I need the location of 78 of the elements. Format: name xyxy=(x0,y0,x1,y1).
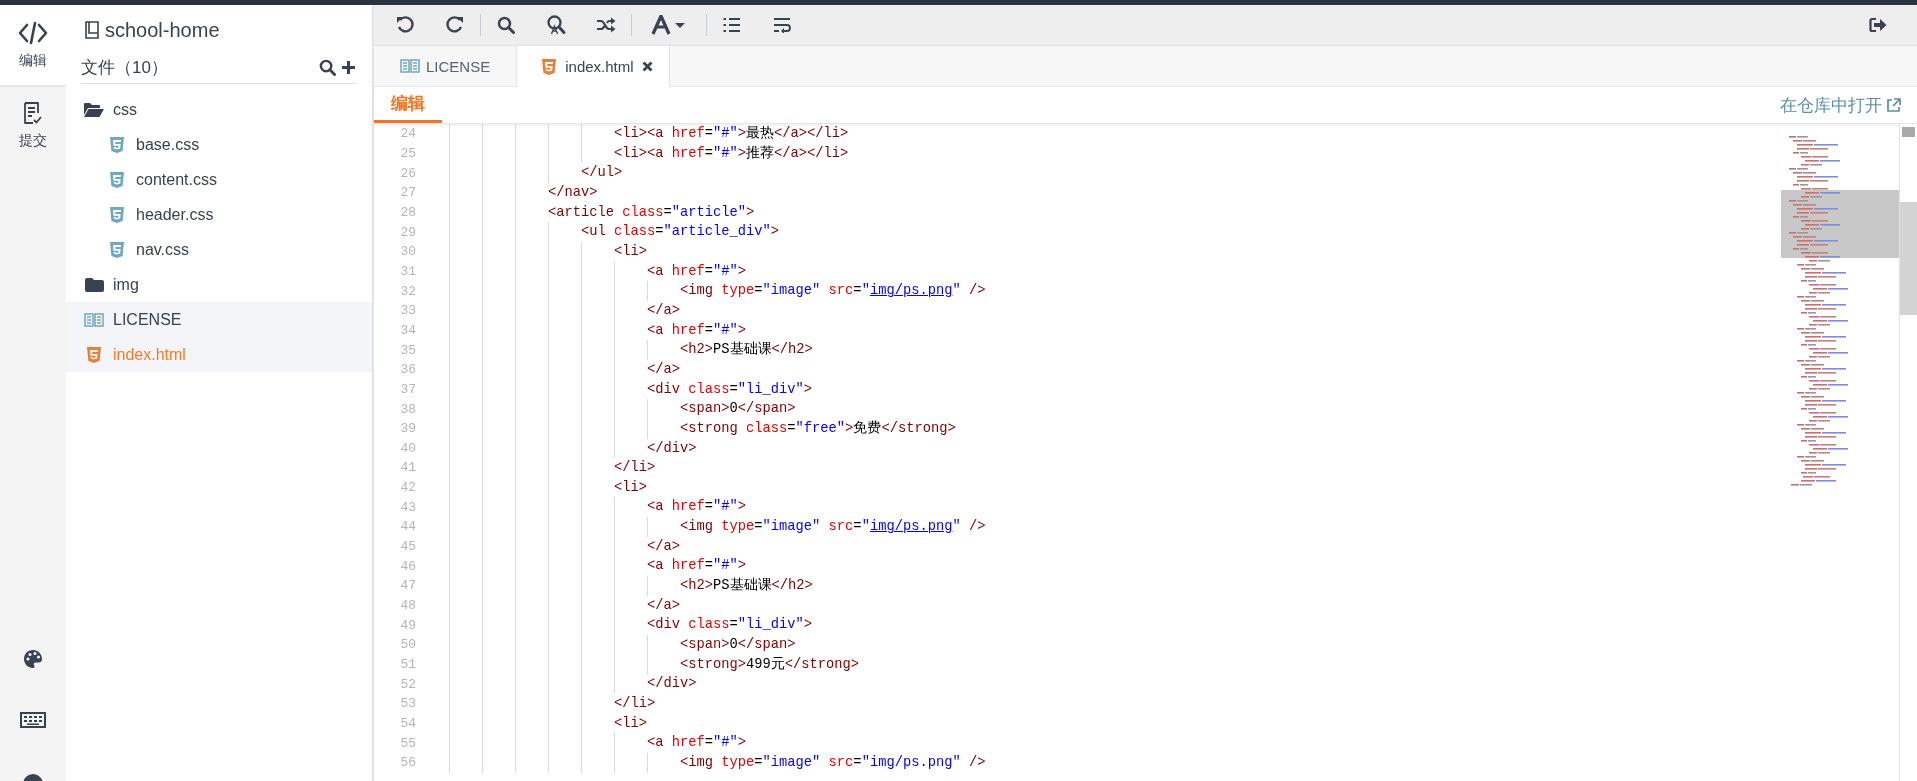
line-number: 32 xyxy=(399,283,416,299)
folder-item[interactable]: img xyxy=(66,267,372,302)
folder-item[interactable]: css xyxy=(66,92,372,127)
line-number: 54 xyxy=(399,716,416,731)
rail-tab[interactable]: 编辑 xyxy=(0,5,66,87)
shuffle-icon[interactable] xyxy=(596,17,616,33)
file-item[interactable]: header.css xyxy=(66,197,372,232)
line-number: 50 xyxy=(399,637,416,653)
line-number: 31 xyxy=(399,263,416,279)
line-number: 26 xyxy=(399,165,416,181)
line-number: 52 xyxy=(399,676,416,692)
text-wrap-icon[interactable] xyxy=(773,17,791,33)
line-number: 48 xyxy=(399,598,416,614)
line-number: 33 xyxy=(399,303,416,319)
folder-icon xyxy=(84,276,104,293)
css-file-icon xyxy=(109,205,125,224)
line-number: 47 xyxy=(399,578,416,594)
redo-icon[interactable] xyxy=(446,16,464,34)
editor-tab[interactable]: index.html xyxy=(516,46,670,87)
open-book-icon xyxy=(400,58,420,74)
line-number: 30 xyxy=(399,244,416,260)
file-item[interactable]: nav.css xyxy=(66,232,372,267)
file-item[interactable]: content.css xyxy=(66,162,372,197)
scrollbar-thumb[interactable] xyxy=(1900,202,1917,315)
css-file-icon xyxy=(109,135,125,154)
sign-out-icon[interactable] xyxy=(1869,17,1887,33)
font-icon[interactable] xyxy=(651,15,687,35)
line-number: 43 xyxy=(399,499,416,515)
line-number: 39 xyxy=(399,421,416,437)
css-file-icon xyxy=(109,240,125,259)
line-number: 41 xyxy=(399,460,416,476)
close-icon[interactable] xyxy=(641,61,653,72)
editor-tab[interactable]: LICENSE xyxy=(374,46,517,86)
search-icon[interactable] xyxy=(497,16,515,34)
search-replace-icon[interactable] xyxy=(546,15,566,35)
line-number: 36 xyxy=(399,362,416,378)
line-number: 44 xyxy=(399,519,416,535)
line-number: 49 xyxy=(399,617,416,633)
line-number: 55 xyxy=(399,735,416,751)
line-number: 34 xyxy=(399,322,416,338)
html-file-icon xyxy=(86,345,102,364)
css-file-icon xyxy=(109,170,125,189)
open-book-icon xyxy=(84,311,104,328)
line-number: 46 xyxy=(399,558,416,574)
line-number: 37 xyxy=(399,381,416,397)
search-icon[interactable] xyxy=(319,58,336,76)
line-number: 53 xyxy=(399,696,416,712)
line-number: 29 xyxy=(399,224,416,240)
book-icon xyxy=(84,21,100,39)
code-link[interactable]: img/ps.png xyxy=(869,519,953,535)
line-number: 56 xyxy=(399,755,416,771)
line-number: 35 xyxy=(399,342,416,358)
rail-tab[interactable]: 提交 xyxy=(0,87,66,171)
html-file-icon xyxy=(541,57,558,76)
file-item[interactable]: LICENSE xyxy=(66,302,372,337)
line-number: 27 xyxy=(399,185,416,201)
line-number: 40 xyxy=(399,440,416,456)
external-link-icon[interactable] xyxy=(1886,97,1901,113)
list-icon[interactable] xyxy=(723,17,741,33)
line-number: 25 xyxy=(399,146,416,161)
file-item[interactable]: base.css xyxy=(66,127,372,162)
plus-icon[interactable] xyxy=(341,59,356,75)
line-number: 38 xyxy=(399,401,416,417)
code-icon xyxy=(18,20,48,45)
files-heading: 文件（10） xyxy=(81,56,168,79)
palette-icon[interactable] xyxy=(23,649,43,669)
line-number: 45 xyxy=(399,539,416,555)
code-link[interactable]: img/ps.png xyxy=(869,283,953,299)
document-check-icon xyxy=(23,101,43,125)
undo-icon[interactable] xyxy=(396,16,414,34)
keyboard-icon[interactable] xyxy=(19,711,47,729)
project-title: school-home xyxy=(105,18,220,42)
line-number: 42 xyxy=(399,480,416,496)
line-number: 24 xyxy=(399,126,416,142)
line-number: 28 xyxy=(399,204,416,220)
line-number: 51 xyxy=(399,657,416,673)
open-in-repo-link[interactable]: 在仓库中打开 xyxy=(1780,93,1882,117)
folder-open-icon xyxy=(84,101,104,118)
